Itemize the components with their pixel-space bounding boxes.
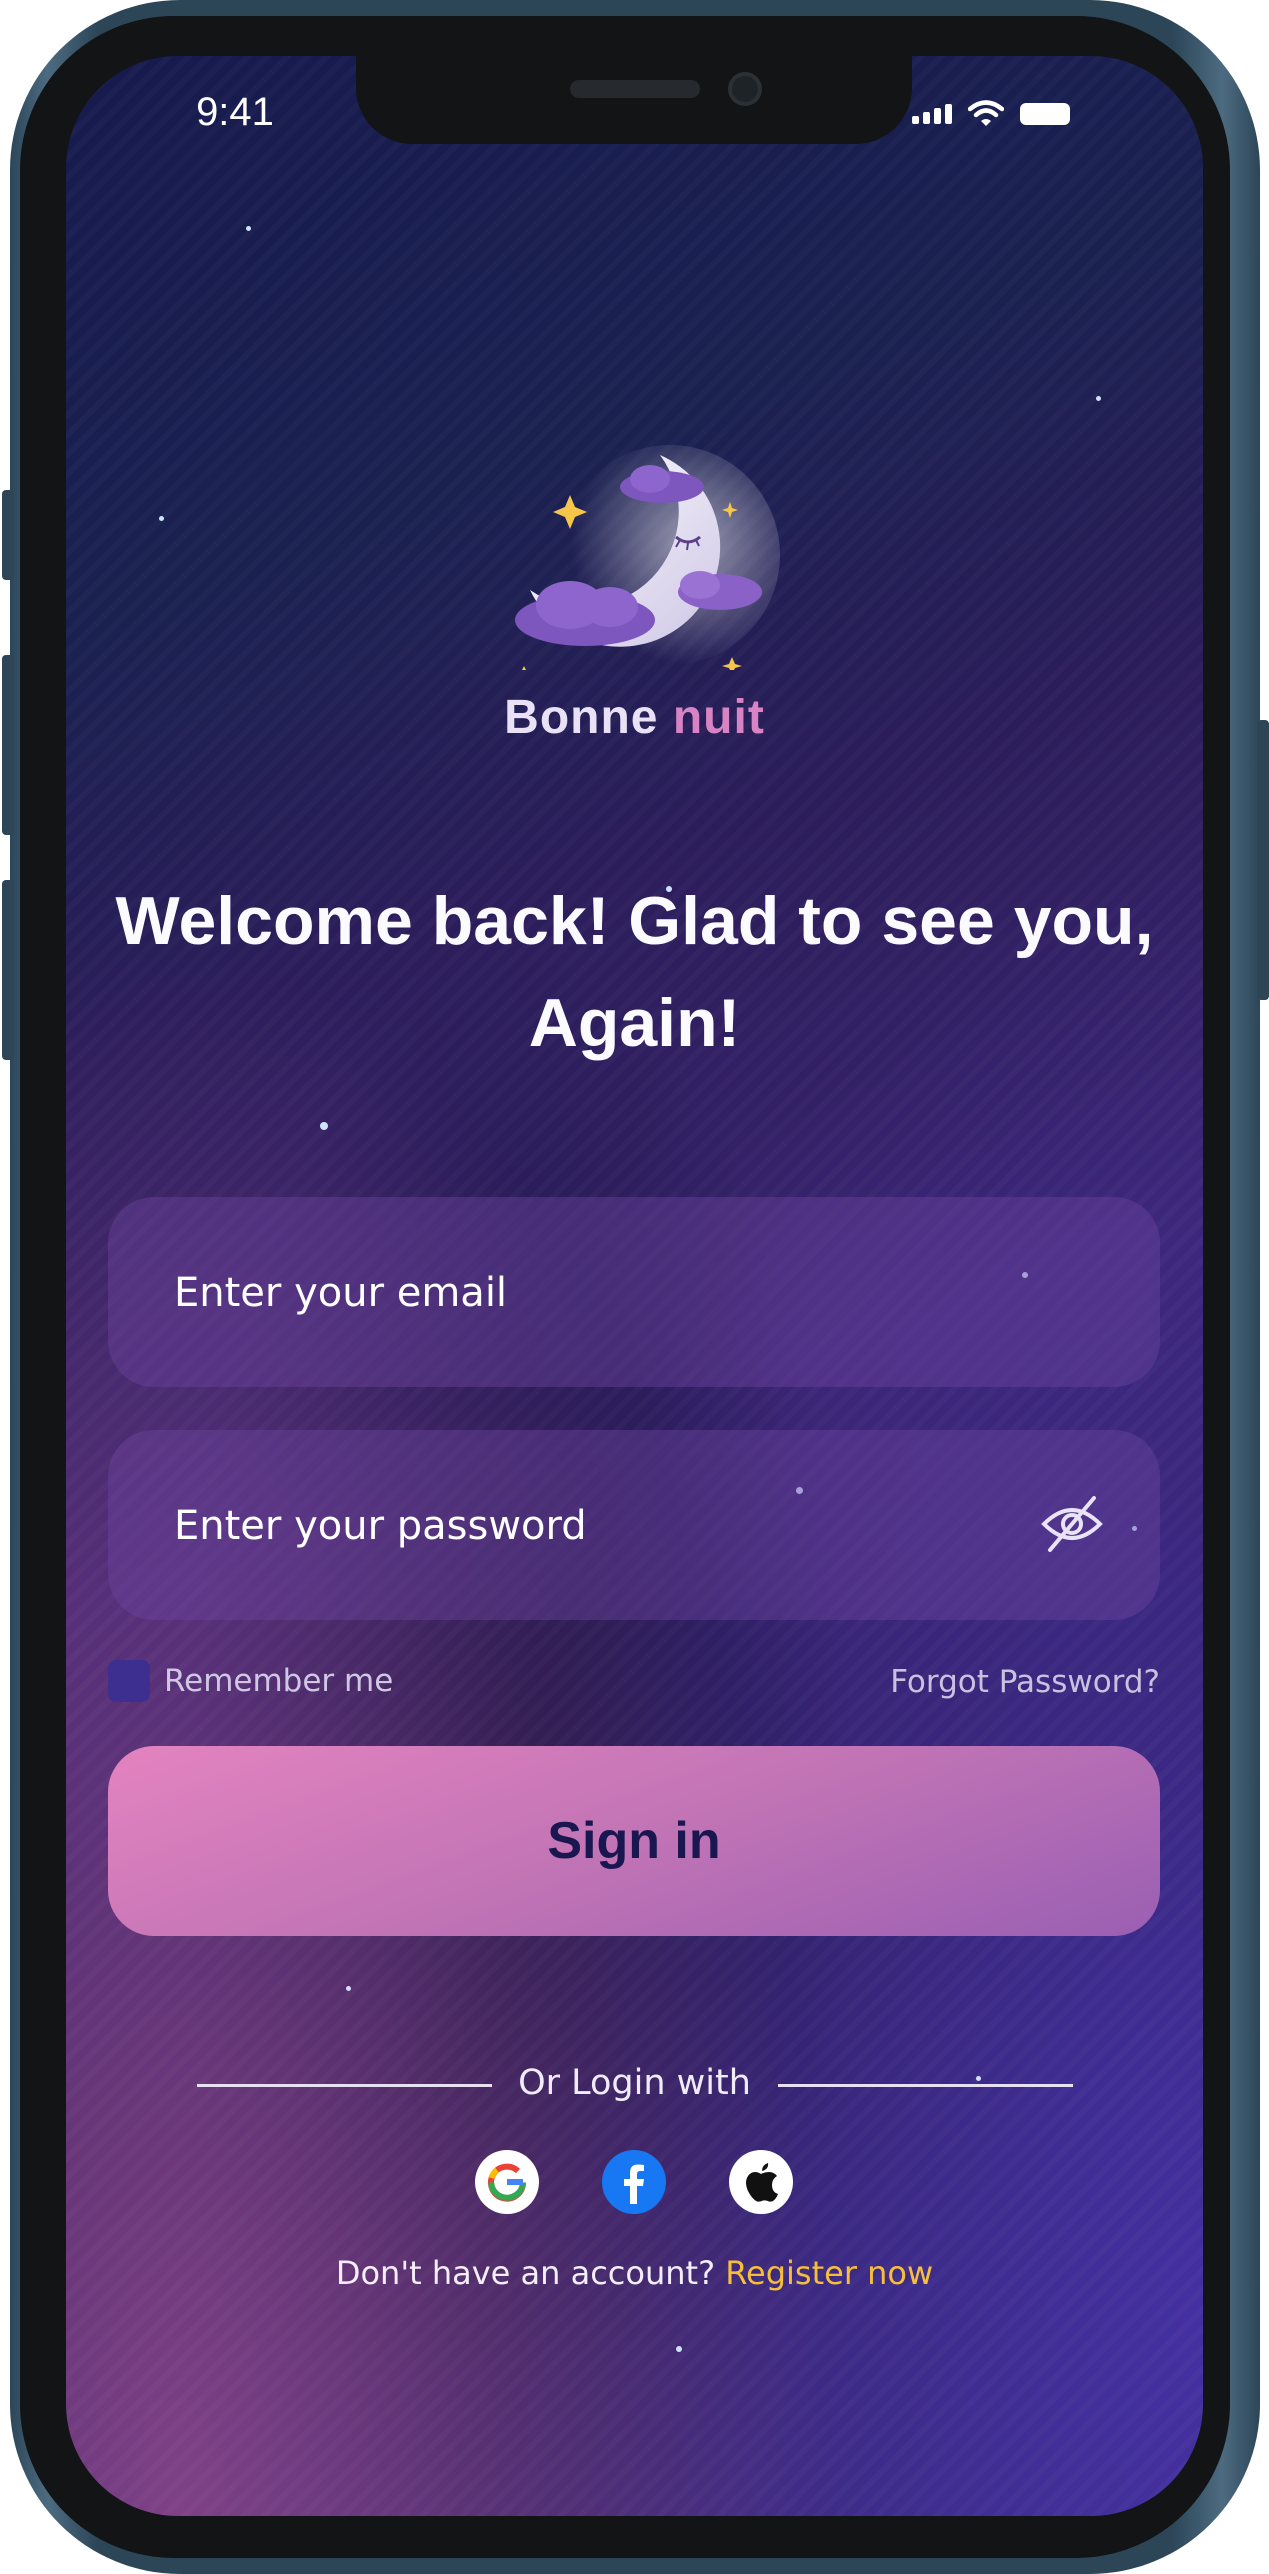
star — [676, 2346, 682, 2352]
register-question: Don't have an account? — [335, 2254, 716, 2292]
or-login-with: Or Login with — [518, 2063, 751, 2103]
front-camera — [728, 72, 762, 106]
star — [159, 516, 164, 521]
star — [320, 1122, 328, 1130]
eye-off-icon[interactable] — [1040, 1492, 1104, 1556]
star — [246, 226, 251, 231]
password-field-container — [108, 1430, 1160, 1622]
brand-name-part2: nuit — [672, 691, 765, 744]
facebook-login-button[interactable] — [602, 2150, 666, 2214]
sign-in-button[interactable]: Sign in — [108, 1746, 1160, 1936]
notch — [356, 56, 912, 144]
power-button — [1257, 720, 1269, 1000]
apple-login-button[interactable] — [729, 2150, 793, 2214]
status-time: 9:41 — [196, 90, 274, 134]
email-field-container — [108, 1197, 1160, 1389]
google-icon — [488, 2163, 527, 2202]
star — [1096, 396, 1101, 401]
signal-icon — [912, 104, 952, 124]
page-title: Welcome back! Glad to see you, Again! — [115, 883, 1154, 1061]
brand-name-part1: Bonne — [504, 691, 659, 744]
status-icons — [912, 100, 1070, 128]
volume-down-button — [2, 880, 14, 1060]
remember-me[interactable]: Remember me — [108, 1660, 393, 1702]
google-login-button[interactable] — [475, 2150, 539, 2214]
volume-up-button — [2, 655, 14, 835]
battery-icon — [1020, 103, 1070, 125]
star — [346, 1986, 351, 1991]
forgot-password-link[interactable]: Forgot Password? — [890, 1664, 1160, 1700]
remember-me-checkbox[interactable] — [108, 1660, 150, 1702]
moon-logo — [515, 445, 780, 670]
divider-right — [778, 2084, 1073, 2087]
register-prompt: Don't have an account? Register now — [0, 2254, 1269, 2292]
email-input[interactable] — [172, 1197, 1056, 1389]
facebook-icon — [624, 2164, 644, 2204]
brand-name: Bonne nuit — [0, 690, 1269, 745]
mute-switch — [2, 490, 14, 580]
remember-me-label: Remember me — [164, 1663, 394, 1699]
apple-icon — [746, 2163, 778, 2202]
wifi-icon — [968, 100, 1004, 126]
register-now-link[interactable]: Register now — [725, 2254, 933, 2292]
password-input[interactable] — [172, 1430, 1056, 1622]
speaker — [570, 80, 700, 98]
